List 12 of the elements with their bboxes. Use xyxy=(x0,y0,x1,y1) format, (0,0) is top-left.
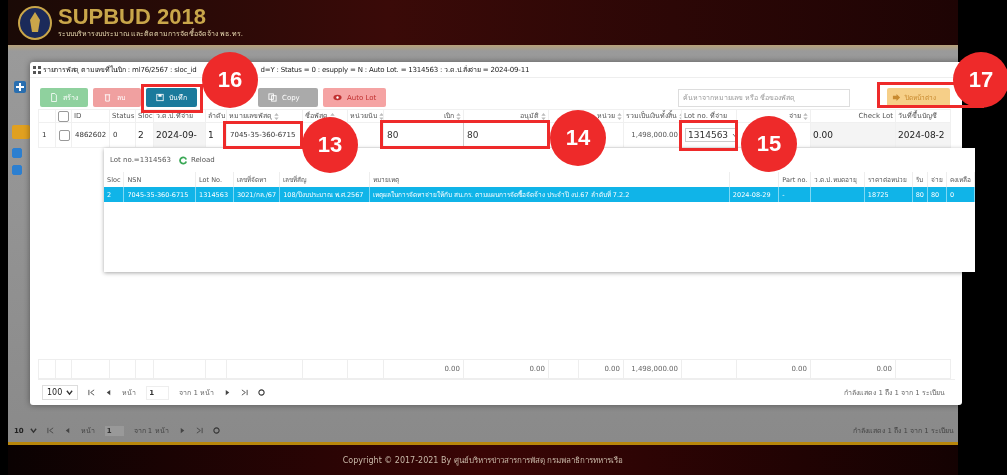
step-number: 17 xyxy=(953,52,1007,108)
table-cell: 2 xyxy=(138,130,144,140)
page-size-select[interactable]: 100 xyxy=(42,385,79,400)
table-cell: 1 xyxy=(208,130,214,140)
table-cell: 2024-08-2 xyxy=(898,130,945,140)
lot-select[interactable]: 1314563 xyxy=(685,128,736,142)
table-cell: 2024-09- xyxy=(156,130,197,140)
quantity-field[interactable]: 80 xyxy=(387,130,399,140)
copyright-text: Copyright © 2017-2021 By ศูนย์บริหารข่าวสารการพัสดุ กรมพลาธิการทหารเรือ xyxy=(342,454,624,467)
app-title: SUPBUD 2018 xyxy=(58,6,206,28)
table-cell: 0.00 xyxy=(813,130,834,140)
quantity-field[interactable]: 80 xyxy=(467,130,479,140)
